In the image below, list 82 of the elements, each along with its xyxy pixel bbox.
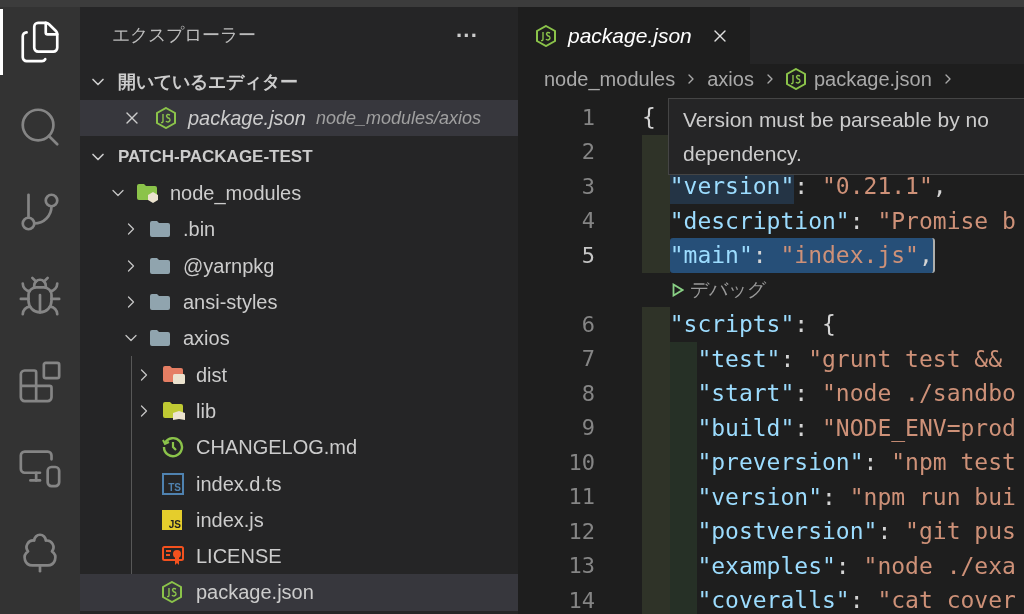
line-number: 11 (567, 483, 595, 512)
tree-item[interactable]: @yarnpkg (80, 247, 518, 284)
tree-item[interactable]: LICENSE (80, 537, 518, 575)
line-number: 7 (580, 345, 595, 374)
folder-icon (162, 364, 186, 385)
line-number: 12 (567, 517, 595, 546)
blocks-icon[interactable] (17, 359, 63, 405)
folder-icon (162, 400, 186, 421)
folder-icon (149, 256, 171, 275)
section-header[interactable]: 開いているエディター (80, 64, 518, 100)
hexagon-icon (162, 581, 182, 604)
file-name: index.d.ts (196, 471, 282, 497)
tree-item[interactable]: node_modules (80, 175, 518, 212)
line-number: 13 (567, 552, 595, 581)
line-number: 14 (567, 586, 595, 614)
file-name: @yarnpkg (183, 253, 275, 279)
folder-icon (136, 183, 160, 204)
hexagon-icon (785, 68, 806, 90)
section-header[interactable]: PATCH-PACKAGE-TEST (80, 139, 518, 175)
tree-item[interactable]: axios (80, 320, 518, 357)
breadcrumb-item[interactable]: axios (707, 64, 754, 94)
file-name: lib (196, 398, 216, 424)
hexagon-icon (536, 24, 556, 47)
line-number: 5 (580, 241, 595, 270)
more-actions-button[interactable]: ··· (456, 19, 478, 52)
line-number: 10 (567, 448, 595, 477)
line-number: 8 (580, 379, 595, 408)
breadcrumb-item[interactable]: package.json (813, 64, 932, 94)
tree-item[interactable]: ansi-styles (80, 283, 518, 321)
code-line: "build": "NODE_ENV=prod (697, 413, 1016, 444)
code-line: "description": "Promise b (669, 206, 1016, 236)
open-editor-item[interactable]: package.json node_modules/axios (80, 100, 518, 136)
code-line: "coveralls": "cat cover (697, 586, 1016, 614)
file-name: dist (196, 362, 228, 388)
file-name: CHANGELOG.md (196, 435, 358, 461)
file-name: index.js (196, 507, 264, 533)
line-number: 6 (580, 310, 595, 339)
tree-item[interactable]: dist (80, 356, 518, 393)
line-number: 9 (580, 414, 595, 443)
code-line: "examples": "node ./exa (697, 551, 1016, 581)
file-name: package.json (188, 106, 306, 131)
folder-icon (149, 329, 171, 348)
line-number: 1 (580, 103, 595, 132)
typescript-icon: TS (162, 472, 184, 495)
code-line: "version": "npm run bui (697, 482, 1016, 512)
line-number: 2 (580, 138, 595, 167)
indent-guide (642, 238, 670, 273)
hover-tooltip: Version must be parseable by no dependency. (668, 98, 1024, 175)
file-name: ansi-styles (183, 290, 278, 316)
file-path: node_modules/axios (315, 106, 481, 130)
code-line: "preversion": "npm test (697, 448, 1016, 477)
file-name: package.json (196, 580, 314, 606)
certificate-icon (162, 545, 184, 568)
hexagon-icon (156, 107, 176, 129)
tree-item[interactable]: CHANGELOG.md (80, 429, 518, 466)
breadcrumb-item[interactable]: node_modules (544, 64, 676, 94)
editor-tab[interactable]: package.json (518, 7, 750, 64)
active-indicator (0, 9, 3, 75)
tree-item[interactable]: lib (80, 392, 518, 430)
play-icon (672, 282, 684, 297)
tree-item[interactable]: TS index.d.ts (80, 465, 518, 502)
clock-icon (162, 436, 184, 459)
line-number: 3 (580, 172, 595, 201)
javascript-icon: JS (162, 509, 182, 530)
file-name: LICENSE (196, 544, 282, 570)
folder-icon (149, 293, 171, 312)
tree-item[interactable]: .bin (80, 211, 518, 248)
sidebar-title: エクスプローラー (112, 24, 256, 47)
code-line: "scripts": { (669, 310, 836, 339)
indent-guide (642, 134, 670, 169)
file-name: .bin (183, 217, 216, 243)
tree-item[interactable]: JS index.js (80, 501, 518, 538)
file-name: axios (183, 326, 230, 352)
code-line: { (642, 103, 656, 132)
line-number: 4 (580, 207, 595, 236)
folder-icon (149, 220, 171, 239)
codelens-link[interactable]: デバッグ (690, 275, 766, 304)
code-line: "test": "grunt test && (697, 344, 1003, 374)
tree-item[interactable]: package.json (80, 574, 518, 611)
code-line: "postversion": "git pus (697, 517, 1016, 546)
file-name: node_modules (170, 181, 302, 207)
code-line: "start": "node ./sandbo (697, 379, 1016, 408)
